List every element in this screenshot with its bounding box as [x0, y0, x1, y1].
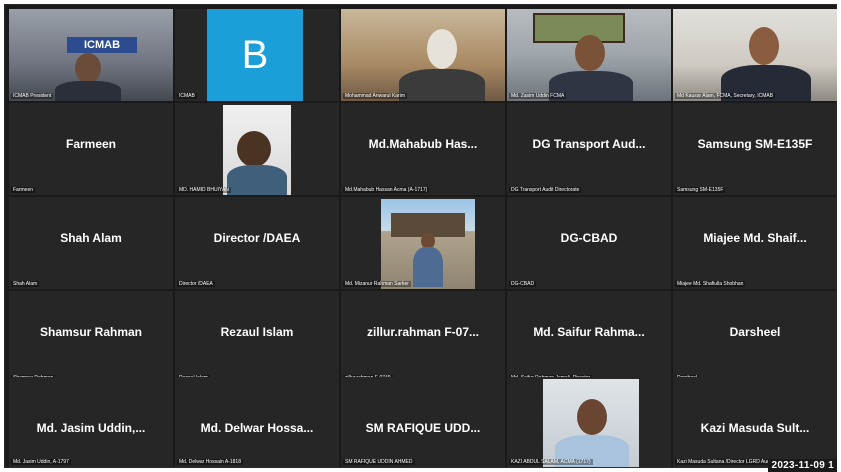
participant-name: DG Transport Aud...	[532, 137, 646, 151]
banner-logo: ICMAB	[67, 37, 137, 53]
participant-video-body	[399, 69, 485, 101]
participant-tile[interactable]: Director /DAEA Director /DAEA	[175, 197, 339, 289]
participant-name: Darsheel	[729, 325, 781, 339]
participant-tile[interactable]: Md. Mizanur Rahman Sarker	[341, 197, 505, 289]
participant-name: Kazi Masuda Sult...	[700, 421, 810, 435]
participant-tile[interactable]: Md. Zasim Uddin FCMA	[507, 9, 671, 101]
participant-label: Md. Mizanur Rahman Sarker	[343, 281, 411, 287]
participant-tile[interactable]: Kazi Masuda Sult... Kazi Masuda Sultana …	[673, 377, 837, 467]
participant-label: Mohammad Anwarul Karim	[343, 93, 408, 99]
participant-name: Rezaul Islam	[220, 325, 294, 339]
participant-tile[interactable]: Md. Saifur Rahma... Md. Saifur Rahman Ja…	[507, 291, 671, 383]
participant-tile[interactable]: ICMAB ICMAB President	[9, 9, 173, 101]
participant-label: Shah Alam	[11, 281, 40, 287]
participant-label: Md Kausar Alam, FCMA, Secretary, ICMAB	[675, 93, 776, 99]
participant-tile[interactable]: Shamsur Rahman Shamsur Rahman	[9, 291, 173, 383]
participant-video-head	[427, 29, 457, 69]
participant-label: Samsung SM-E135F	[675, 187, 726, 193]
participant-label: Md. Jasim Uddin, A-1797	[11, 459, 71, 465]
participant-label: ICMAB	[177, 93, 197, 99]
participant-video-head	[575, 35, 605, 71]
participant-name: Md. Saifur Rahma...	[533, 325, 645, 339]
participant-video-body	[55, 81, 121, 101]
participant-name: SM RAFIQUE UDD...	[365, 421, 481, 435]
participant-tile[interactable]: B ICMAB	[175, 9, 339, 101]
participant-tile[interactable]: Md Kausar Alam, FCMA, Secretary, ICMAB	[673, 9, 837, 101]
participant-tile[interactable]: Farmeen Farmeen	[9, 103, 173, 195]
participant-name: Miajee Md. Shaif...	[703, 231, 807, 245]
participant-video-head	[749, 27, 779, 65]
participant-label: Kazi Masuda Sultana /Director LGRD Audit	[675, 459, 775, 465]
participant-name: Director /DAEA	[213, 231, 301, 245]
timestamp: 2023-11-09 1	[768, 459, 837, 472]
participant-tile[interactable]: KAZI ABDUL SALAM, ACMA (1717)	[507, 377, 671, 467]
participant-tile[interactable]: Mohammad Anwarul Karim	[341, 9, 505, 101]
participant-tile[interactable]: Shah Alam Shah Alam	[9, 197, 173, 289]
participant-video-body	[413, 247, 443, 287]
participant-name: DG-CBAD	[560, 231, 618, 245]
participant-tile[interactable]: DG Transport Aud... DG Transport Audit D…	[507, 103, 671, 195]
meeting-gallery: ICMAB ICMAB President B ICMAB Mohammad A…	[4, 4, 837, 468]
participant-label: Miajee Md. Shafiulla Shobhan	[675, 281, 746, 287]
participant-name: Farmeen	[65, 137, 117, 151]
participant-tile[interactable]: zillur.rahman F-07... zillur.rahman F-07…	[341, 291, 505, 383]
participant-tile[interactable]: Samsung SM-E135F Samsung SM-E135F	[673, 103, 837, 195]
participant-label: Farmeen	[11, 187, 36, 193]
participant-label: Md. Zasim Uddin FCMA	[509, 93, 567, 99]
participant-label: Md.Mahabub Hassan Acma (A-1717)	[343, 187, 430, 193]
participant-name: Md.Mahabub Has...	[368, 137, 478, 151]
participant-name: Md. Delwar Hossa...	[200, 421, 314, 435]
participant-tile[interactable]: Darsheel Darsheel	[673, 291, 837, 383]
participant-label: SM RAFIQUE UDDIN AHMED	[343, 459, 415, 465]
participant-name: Samsung SM-E135F	[697, 137, 813, 151]
participant-tile[interactable]: Md. Delwar Hossa... Md. Delwar Hossain A…	[175, 377, 339, 467]
participant-label: DG-CBAD	[509, 281, 537, 287]
participant-label: DG Transport Audit Directorate	[509, 187, 582, 193]
avatar: B	[207, 9, 303, 101]
participant-tile[interactable]: Md.Mahabub Has... Md.Mahabub Hassan Acma…	[341, 103, 505, 195]
participant-name: Md. Jasim Uddin,...	[36, 421, 146, 435]
participant-label: KAZI ABDUL SALAM, ACMA (1717)	[509, 459, 593, 465]
participant-video-body	[227, 165, 287, 195]
participant-label: Director /DAEA	[177, 281, 215, 287]
participant-video-head	[577, 399, 607, 435]
participant-tile[interactable]: Md. Jasim Uddin,... Md. Jasim Uddin, A-1…	[9, 377, 173, 467]
participant-video-head	[237, 131, 271, 167]
participant-label: MD. HAMID BHUIYAN	[177, 187, 231, 193]
participant-label: Md. Delwar Hossain A-1818	[177, 459, 243, 465]
participant-tile[interactable]: MD. HAMID BHUIYAN	[175, 103, 339, 195]
participant-tile[interactable]: Miajee Md. Shaif... Miajee Md. Shafiulla…	[673, 197, 837, 289]
participant-tile[interactable]: Rezaul Islam Rezaul Islam	[175, 291, 339, 383]
participant-tile[interactable]: SM RAFIQUE UDD... SM RAFIQUE UDDIN AHMED	[341, 377, 505, 467]
participant-label: ICMAB President	[11, 93, 54, 99]
participant-video-head	[75, 53, 101, 83]
participant-tile[interactable]: DG-CBAD DG-CBAD	[507, 197, 671, 289]
participant-name: Shah Alam	[60, 231, 122, 245]
wall-painting	[533, 13, 625, 43]
participant-name: zillur.rahman F-07...	[366, 325, 480, 339]
participant-name: Shamsur Rahman	[39, 325, 143, 339]
